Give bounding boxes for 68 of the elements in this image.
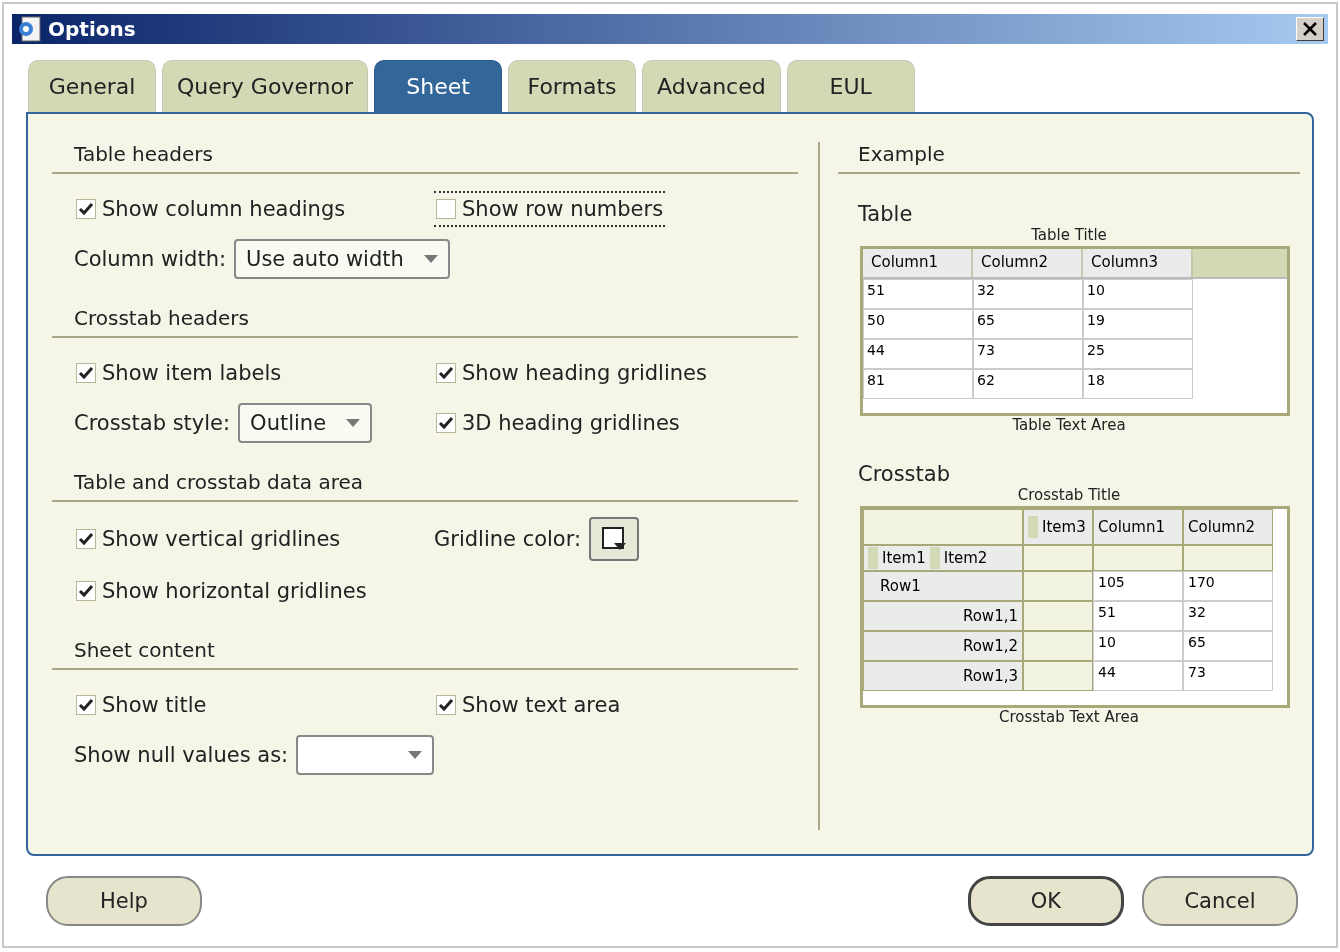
field-label: Column width: — [74, 247, 227, 271]
example-heading: Crosstab — [857, 462, 951, 486]
table-cell: 44 — [863, 339, 973, 369]
table-cell: 51 — [1093, 601, 1183, 631]
section-heading: Table and crosstab data area — [73, 470, 365, 496]
dropdown[interactable]: Outline — [238, 403, 373, 443]
row-header: Row1,1 — [863, 601, 1023, 631]
table-cell: 62 — [973, 369, 1083, 399]
section-heading: Example — [857, 142, 946, 168]
column-header: Column2 — [1183, 509, 1273, 545]
tab[interactable]: Sheet — [374, 60, 503, 112]
row-header: Row1,3 — [863, 661, 1023, 691]
section-heading: Sheet content — [73, 638, 216, 664]
checkbox-option[interactable]: Show text area — [434, 687, 623, 723]
column-header: Column2 — [973, 249, 1083, 277]
tab[interactable]: Advanced — [642, 60, 781, 112]
table-title: Table Title — [1030, 226, 1108, 246]
table-text-area: Table Text Area — [838, 416, 1300, 436]
example-heading: Table — [857, 202, 914, 226]
tab[interactable]: General — [28, 60, 156, 112]
column-header: Column1 — [863, 249, 973, 277]
column-header: Column3 — [1083, 249, 1193, 277]
checkbox-option[interactable]: Show title — [74, 687, 209, 723]
table-cell: 10 — [1083, 279, 1193, 309]
table-cell: 65 — [1183, 631, 1273, 661]
table-cell: 32 — [1183, 601, 1273, 631]
checkbox-option[interactable]: Show vertical gridlines — [74, 521, 343, 557]
column-header: Column1 — [1093, 509, 1183, 545]
field-label: Show null values as: — [74, 743, 289, 767]
checkbox-option[interactable]: Show row numbers — [434, 191, 666, 227]
dialog-button[interactable]: Cancel — [1142, 876, 1298, 926]
checkbox-option[interactable]: 3D heading gridlines — [434, 405, 682, 441]
table-cell: 73 — [1183, 661, 1273, 691]
field-label: Gridline color: — [434, 527, 582, 551]
dialog-button[interactable]: Help — [46, 876, 202, 926]
table-cell: 170 — [1183, 571, 1273, 601]
checkbox-option[interactable]: Show horizontal gridlines — [74, 573, 369, 609]
checkbox-option[interactable]: Show item labels — [74, 355, 284, 391]
table-cell: 50 — [863, 309, 973, 339]
tab[interactable]: Formats — [508, 60, 637, 112]
table-cell: 81 — [863, 369, 973, 399]
table-cell: 73 — [973, 339, 1083, 369]
checkbox-option[interactable]: Show column headings — [74, 191, 348, 227]
tab[interactable]: Query Governor — [162, 60, 369, 112]
table-cell: 65 — [973, 309, 1083, 339]
table-cell: 32 — [973, 279, 1083, 309]
table-cell: 105 — [1093, 571, 1183, 601]
table-cell: 44 — [1093, 661, 1183, 691]
table-cell: 10 — [1093, 631, 1183, 661]
item-label: Item2 — [943, 549, 988, 567]
field-label: Crosstab style: — [74, 411, 231, 435]
checkbox-option[interactable]: Show heading gridlines — [434, 355, 709, 391]
table-cell: 18 — [1083, 369, 1193, 399]
dialog-button[interactable]: OK — [968, 876, 1124, 926]
section-heading: Crosstab headers — [73, 306, 250, 332]
window-title: Options — [48, 17, 137, 41]
crosstab-title: Crosstab Title — [1016, 486, 1122, 506]
tab[interactable]: EUL — [786, 60, 915, 112]
dropdown[interactable]: Use auto width — [234, 239, 450, 279]
row-header: Row1 — [863, 571, 1023, 601]
table-cell: 51 — [863, 279, 973, 309]
item-label: Item1 — [882, 549, 926, 567]
item-label: Item3 — [1042, 518, 1086, 536]
crosstab-text-area: Crosstab Text Area — [838, 708, 1300, 728]
section-heading: Table headers — [73, 142, 214, 168]
table-cell: 19 — [1083, 309, 1193, 339]
row-header: Row1,2 — [863, 631, 1023, 661]
table-cell: 25 — [1083, 339, 1193, 369]
